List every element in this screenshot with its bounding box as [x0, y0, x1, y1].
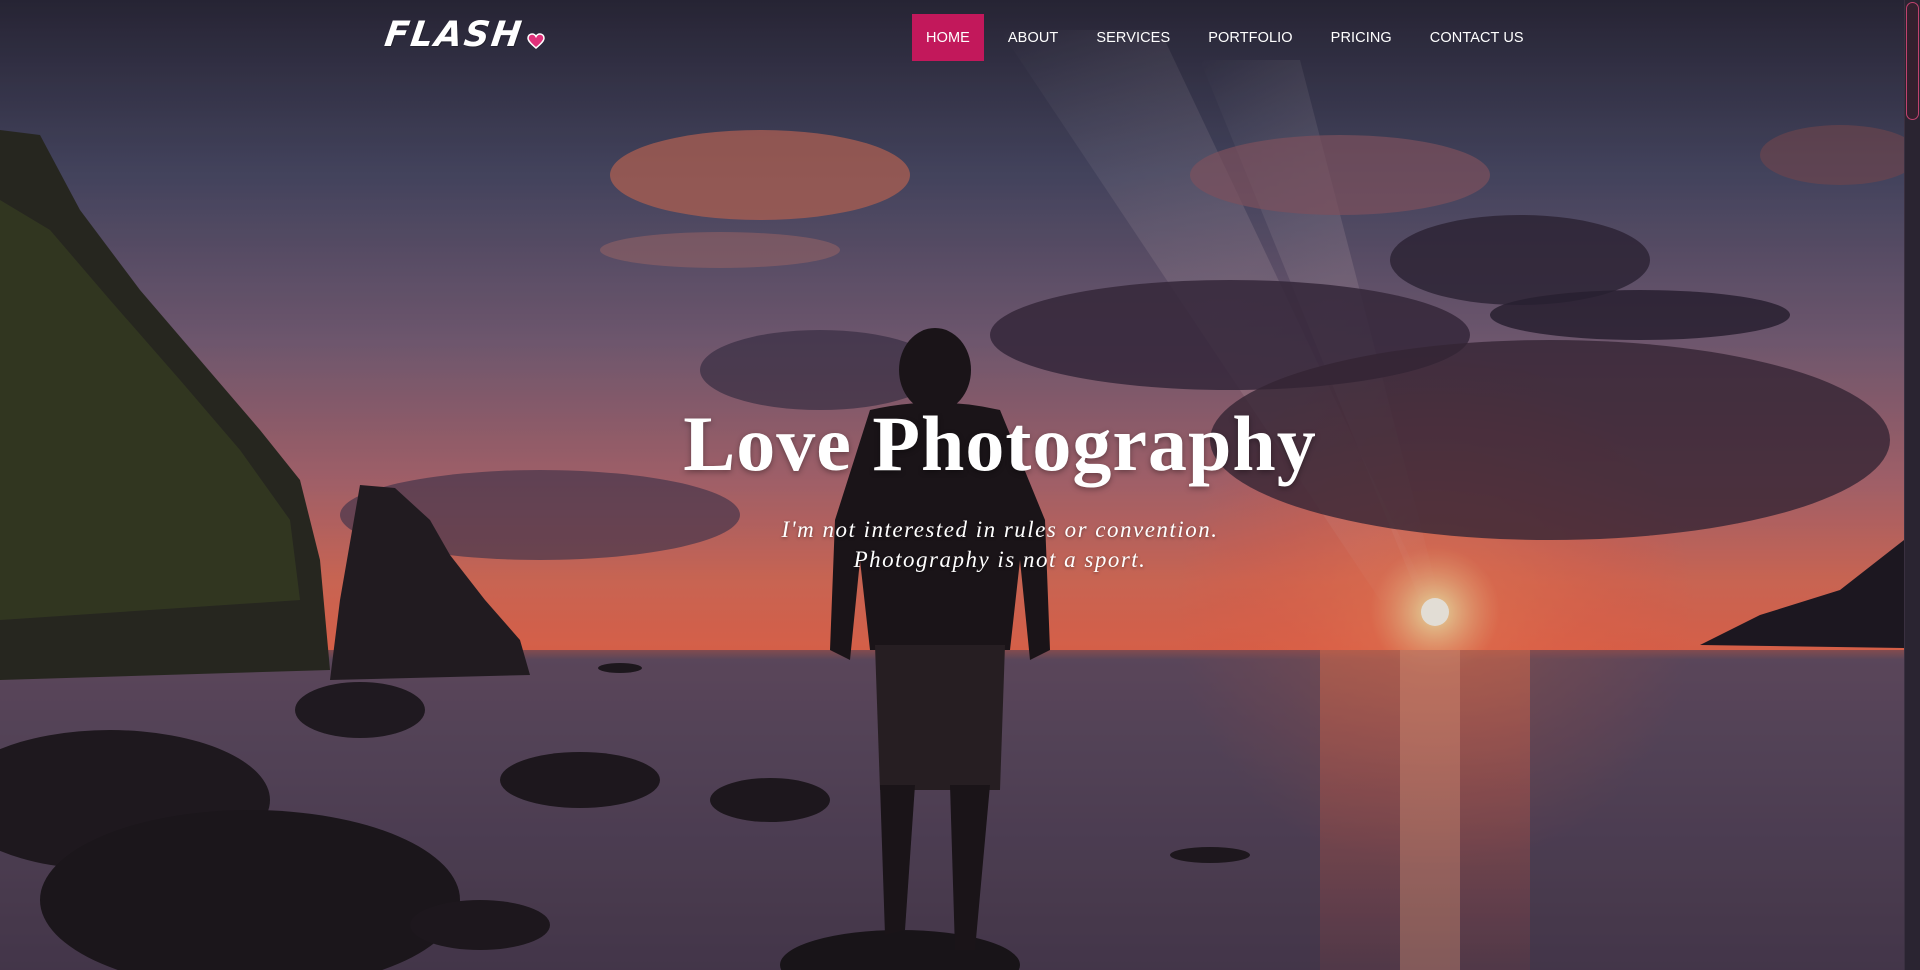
- hero-title: Love Photography: [683, 400, 1317, 487]
- hero-subtitle-line-1: I'm not interested in rules or conventio…: [781, 517, 1219, 542]
- nav-item-pricing[interactable]: PRICING: [1317, 14, 1406, 61]
- nav-item-services[interactable]: SERVICES: [1082, 14, 1184, 61]
- nav-item-portfolio[interactable]: PORTFOLIO: [1194, 14, 1306, 61]
- nav-item-contact-us[interactable]: CONTACT US: [1416, 14, 1538, 61]
- hero-section: FLASH HOME ABOUT SERVICES PORTFOLIO PRIC…: [0, 0, 1904, 970]
- nav-menu: HOME ABOUT SERVICES PORTFOLIO PRICING CO…: [912, 14, 1538, 61]
- hero-subtitle-line-2: Photography is not a sport.: [853, 547, 1147, 572]
- page-scrollbar[interactable]: [1904, 0, 1920, 970]
- heart-icon: [527, 33, 545, 49]
- brand-logo-text: FLASH: [382, 15, 526, 55]
- nav-item-home[interactable]: HOME: [912, 14, 984, 61]
- brand-logo[interactable]: FLASH: [382, 14, 545, 56]
- hero-subtitle: I'm not interested in rules or conventio…: [600, 515, 1400, 575]
- top-navbar: FLASH HOME ABOUT SERVICES PORTFOLIO PRIC…: [0, 0, 1904, 76]
- nav-item-about[interactable]: ABOUT: [994, 14, 1072, 61]
- scrollbar-thumb[interactable]: [1906, 2, 1919, 120]
